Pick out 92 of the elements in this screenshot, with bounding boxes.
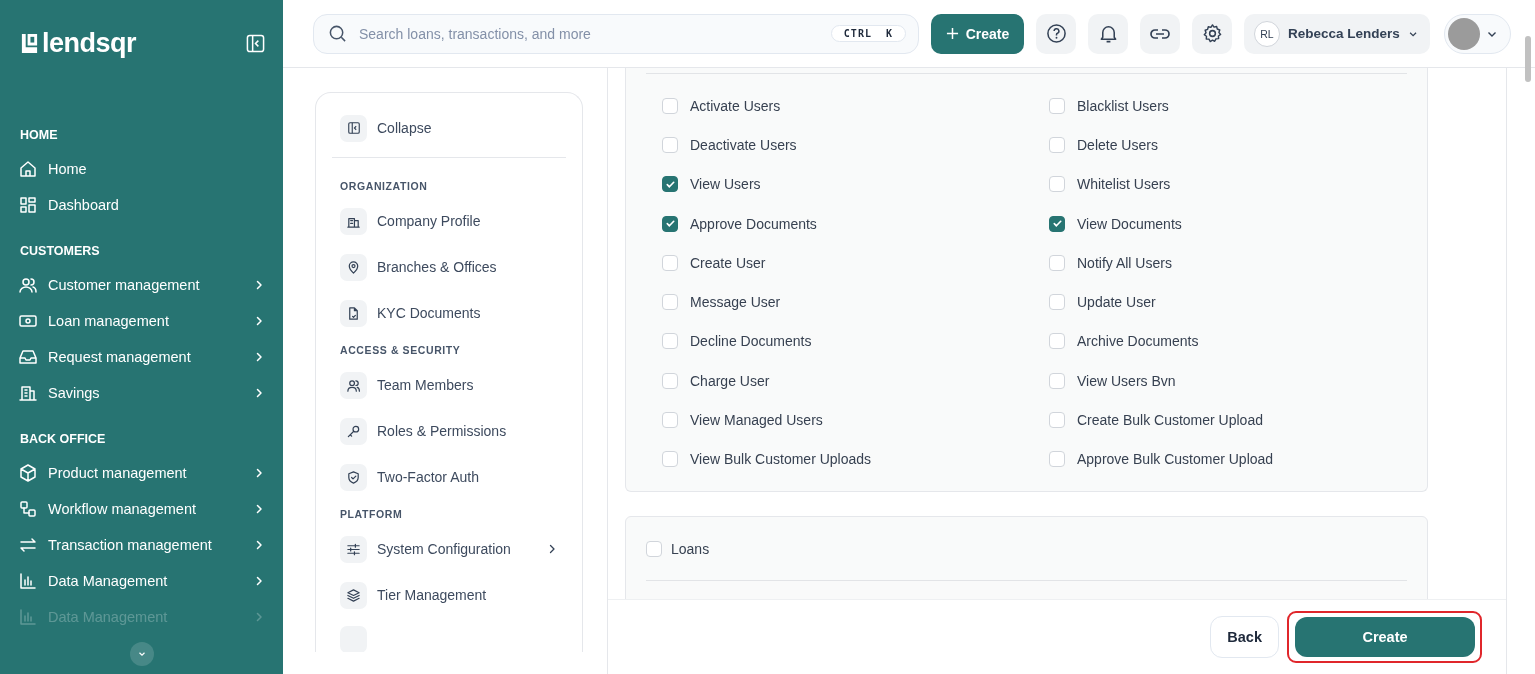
settings-nav-item[interactable]: System Configuration: [332, 534, 566, 564]
help-button[interactable]: [1036, 13, 1076, 54]
document-icon: [346, 305, 361, 321]
checkbox-label: View Users: [690, 176, 761, 193]
checkbox-label: View Managed Users: [690, 412, 823, 428]
sidebar-item[interactable]: Request management: [0, 339, 283, 375]
sidebar-item[interactable]: Dashboard: [0, 187, 283, 223]
checkbox[interactable]: [1049, 215, 1065, 232]
section-heading: ORGANIZATION: [339, 180, 429, 192]
bar-chart-icon: [18, 607, 38, 627]
settings-nav-item[interactable]: Roles & Permissions: [332, 416, 566, 446]
checkbox-label: Blacklist Users: [1077, 97, 1169, 114]
section-heading: PLATFORM: [339, 508, 404, 520]
checkbox-label: Archive Documents: [1077, 333, 1199, 350]
section-heading: ACCESS & SECURITY: [339, 344, 462, 356]
checkbox-label: Charge User: [690, 372, 770, 389]
search-input[interactable]: Search loans, transactions, and more: [357, 24, 821, 43]
checkmark-icon: [664, 218, 676, 230]
users-icon: [346, 377, 361, 393]
layers-icon: [346, 587, 361, 603]
checkbox-label: Message User: [690, 294, 781, 311]
inbox-icon: [18, 347, 38, 367]
checkbox-label: Approve Bulk Customer Upload: [1077, 451, 1274, 468]
account-menu[interactable]: RL Rebecca Lenders: [1244, 13, 1430, 54]
checkbox-label: Create User: [690, 254, 766, 271]
bar-chart-icon: [18, 571, 38, 591]
checkbox-label: Delete Users: [1077, 136, 1158, 153]
map-pin-icon: [346, 259, 361, 275]
users-icon: [18, 275, 38, 295]
settings-icon: [1201, 23, 1223, 44]
checkbox-label: Update User: [1077, 294, 1156, 311]
sidebar-item[interactable]: Product management: [0, 455, 283, 491]
search-icon: [328, 24, 347, 43]
sidebar-item[interactable]: Workflow management: [0, 491, 283, 527]
link-button[interactable]: [1140, 13, 1180, 54]
sliders-icon: [346, 541, 361, 557]
settings-nav-item[interactable]: KYC Documents: [332, 298, 566, 328]
create-button[interactable]: Create: [931, 13, 1024, 54]
logo-icon: [20, 33, 39, 54]
help-icon: [1045, 23, 1067, 44]
back-button[interactable]: Back: [1210, 616, 1279, 658]
settings-button[interactable]: [1192, 13, 1232, 54]
checkbox-label: View Bulk Customer Uploads: [690, 451, 872, 468]
building-icon: [18, 383, 38, 403]
box-icon: [18, 463, 38, 483]
home-icon: [18, 159, 38, 179]
shield-icon: [346, 469, 361, 485]
section-heading: HOME: [19, 127, 59, 143]
checkmark-icon: [664, 178, 676, 190]
settings-nav-item[interactable]: Team Members: [332, 370, 566, 400]
collapse-button[interactable]: Collapse: [332, 113, 566, 143]
sidebar-item[interactable]: Savings: [0, 375, 283, 411]
checkbox-label: View Documents: [1077, 215, 1182, 232]
section-heading: BACK OFFICE: [19, 431, 107, 447]
sidebar-item[interactable]: Transaction management: [0, 527, 283, 563]
logo[interactable]: lendsqr: [20, 30, 137, 57]
settings-nav-item[interactable]: Tier Management: [332, 580, 566, 610]
checkbox-label: Notify All Users: [1077, 254, 1172, 271]
checkbox-label: Approve Documents: [690, 215, 817, 232]
sidebar-toggle-icon: [346, 121, 361, 135]
sidebar-item[interactable]: Loan management: [0, 303, 283, 339]
checkbox[interactable]: [662, 215, 678, 232]
keyboard-shortcut: CTRL K: [830, 25, 906, 42]
settings-nav-item[interactable]: Company Profile: [332, 206, 566, 236]
scroll-down-button[interactable]: [129, 642, 154, 666]
key-icon: [346, 423, 361, 439]
checkbox-label: Decline Documents: [690, 333, 812, 350]
section-heading: CUSTOMERS: [19, 243, 101, 259]
sidebar-item[interactable]: Home: [0, 151, 283, 187]
checkbox-label: Whitelist Users: [1077, 176, 1171, 193]
settings-nav-item[interactable]: Two-Factor Auth: [332, 462, 566, 492]
sidebar-toggle-icon[interactable]: [246, 34, 265, 53]
checkbox-label: Loans: [671, 541, 710, 558]
checkmark-icon: [1051, 218, 1063, 230]
checkbox-label: Deactivate Users: [690, 136, 797, 153]
arrows-icon: [18, 535, 38, 555]
plus-icon: [945, 27, 959, 40]
dashboard-icon: [18, 195, 38, 215]
workflow-icon: [18, 499, 38, 519]
profile-menu[interactable]: [1444, 13, 1511, 54]
sidebar-item[interactable]: Customer management: [0, 267, 283, 303]
checkbox-label: Activate Users: [690, 97, 781, 114]
settings-nav-item[interactable]: Branches & Offices: [332, 252, 566, 282]
checkbox-label: View Users Bvn: [1077, 372, 1176, 389]
avatar-photo: [1448, 17, 1480, 50]
notifications-button[interactable]: [1088, 13, 1128, 54]
scrollbar-thumb[interactable]: [1525, 36, 1531, 82]
sidebar-item[interactable]: Data Management: [0, 563, 283, 599]
checkbox[interactable]: [662, 176, 678, 193]
create-button[interactable]: Create: [1295, 617, 1475, 657]
search-field[interactable]: Search loans, transactions, and more CTRL K: [313, 13, 919, 54]
checkbox-label: Create Bulk Customer Upload: [1077, 412, 1263, 428]
